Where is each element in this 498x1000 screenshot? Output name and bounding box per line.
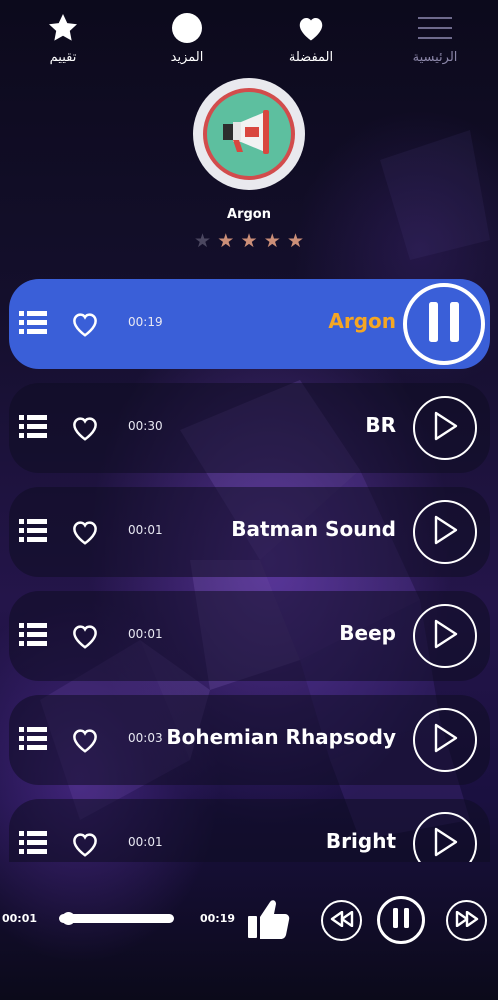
menu-list-icon[interactable] [19,518,47,544]
pause-icon [391,907,411,933]
nav-favorites-label: المفضلة [288,50,334,65]
track-pause-button[interactable] [403,283,485,365]
track-duration: 00:03 [128,731,163,745]
track-row[interactable]: 00:01 Batman Sound [9,487,490,577]
track-row[interactable]: 00:01 Bright [9,799,490,862]
track-name: Bohemian Rhapsody [166,725,396,749]
track-duration: 00:01 [128,523,163,537]
track-row[interactable]: 00:19 Argon [9,279,490,369]
circle-icon [142,10,232,46]
now-playing-cover [193,78,305,190]
menu-list-icon[interactable] [19,414,47,440]
track-row[interactable]: 00:03 Bohemian Rhapsody [9,695,490,785]
nav-more[interactable]: المزيد [142,10,232,65]
track-duration: 00:19 [128,315,163,329]
favorite-heart-icon[interactable] [70,414,100,442]
rating-star-icon[interactable]: ★ [240,230,257,252]
now-playing-title: Argon [227,207,271,222]
next-button[interactable] [446,900,487,941]
track-name: Batman Sound [231,517,396,541]
favorite-heart-icon[interactable] [70,518,100,546]
track-play-button[interactable] [413,500,477,564]
menu-list-icon[interactable] [19,622,47,648]
bottom-player: 00:01 00:19 [0,876,498,966]
track-row[interactable]: 00:01 Beep [9,591,490,681]
track-name: Beep [339,621,396,645]
nav-favorites[interactable]: المفضلة [266,10,356,65]
rewind-icon [330,910,354,931]
nav-rate[interactable]: تقييم [18,10,108,65]
track-play-button[interactable] [413,708,477,772]
total-time: 00:19 [200,912,236,925]
pause-icon [425,300,463,348]
track-name: Argon [328,309,396,333]
play-pause-button[interactable] [377,896,425,944]
nav-rate-label: تقييم [49,50,77,65]
menu-list-icon[interactable] [19,830,47,856]
rating-star-icon[interactable]: ★ [194,230,211,252]
play-icon [432,515,458,549]
track-list[interactable]: 00:19 Argon 00:30 BR 00:01 Batman Sound 00:01 B… [0,270,498,862]
progress-bar[interactable] [59,914,174,923]
track-duration: 00:01 [128,627,163,641]
rating-star-icon[interactable]: ★ [264,230,281,252]
nav-home-label: الرئيسية [412,50,458,65]
thumbs-up-icon[interactable] [246,898,290,940]
rating-star-icon[interactable]: ★ [217,230,234,252]
favorite-heart-icon[interactable] [70,726,100,754]
track-name: Bright [325,829,396,853]
track-row[interactable]: 00:30 BR [9,383,490,473]
play-icon [432,411,458,445]
rating-stars[interactable]: ★ ★ ★ ★ ★ [194,230,304,252]
rating-star-icon[interactable]: ★ [287,230,304,252]
top-navigation: تقييم المزيد المفضلة الرئيسية [0,0,498,74]
current-time: 00:01 [2,912,38,925]
play-icon [432,723,458,757]
fast-forward-icon [455,910,479,931]
favorite-heart-icon[interactable] [70,622,100,650]
track-play-button[interactable] [413,396,477,460]
megaphone-icon [219,110,279,158]
favorite-heart-icon[interactable] [70,310,100,338]
heart-icon [266,10,356,46]
nav-home[interactable]: الرئيسية [390,10,480,65]
menu-list-icon[interactable] [19,310,47,336]
previous-button[interactable] [321,900,362,941]
progress-thumb[interactable] [61,912,75,925]
star-icon [18,10,108,46]
track-play-button[interactable] [413,604,477,668]
favorite-heart-icon[interactable] [70,830,100,858]
track-name: BR [365,413,396,437]
nav-more-label: المزيد [170,50,204,65]
play-icon [432,619,458,653]
hamburger-icon [390,10,480,46]
play-icon [432,827,458,861]
menu-list-icon[interactable] [19,726,47,752]
track-duration: 00:01 [128,835,163,849]
track-duration: 00:30 [128,419,163,433]
track-play-button[interactable] [413,812,477,862]
